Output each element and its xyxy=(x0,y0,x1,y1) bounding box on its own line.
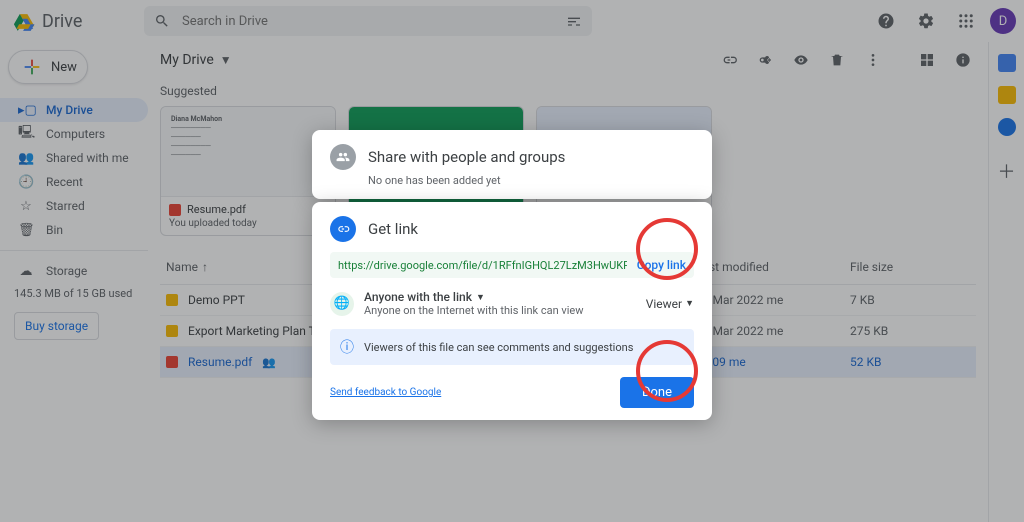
role-label: Viewer xyxy=(646,297,682,311)
get-link-title: Get link xyxy=(368,220,418,238)
done-button[interactable]: Done xyxy=(620,377,694,408)
viewer-notice: ⓘ Viewers of this file can see comments … xyxy=(330,329,694,365)
share-dialog-title: Share with people and groups xyxy=(368,148,565,166)
link-icon xyxy=(330,216,356,242)
info-icon: ⓘ xyxy=(340,337,354,357)
access-subtitle: Anyone on the Internet with this link ca… xyxy=(364,304,583,317)
role-selector[interactable]: Viewer▼ xyxy=(646,297,694,311)
chevron-down-icon: ▼ xyxy=(685,298,694,309)
link-box: https://drive.google.com/file/d/1RFfnIGH… xyxy=(330,252,694,278)
access-row[interactable]: 🌐 Anyone with the link ▼ Anyone on the In… xyxy=(330,290,694,317)
share-dialog-empty: No one has been added yet xyxy=(368,174,694,187)
globe-icon: 🌐 xyxy=(330,292,354,316)
chevron-down-icon: ▼ xyxy=(476,292,485,303)
copy-link-button[interactable]: Copy link xyxy=(637,258,686,272)
notice-text: Viewers of this file can see comments an… xyxy=(364,341,633,354)
send-feedback-link[interactable]: Send feedback to Google xyxy=(330,387,441,398)
share-url[interactable]: https://drive.google.com/file/d/1RFfnIGH… xyxy=(338,259,627,272)
access-title: Anyone with the link xyxy=(364,290,472,304)
get-link-dialog: Get link https://drive.google.com/file/d… xyxy=(312,202,712,420)
share-dialog: Share with people and groups No one has … xyxy=(312,130,712,199)
share-people-icon xyxy=(330,144,356,170)
